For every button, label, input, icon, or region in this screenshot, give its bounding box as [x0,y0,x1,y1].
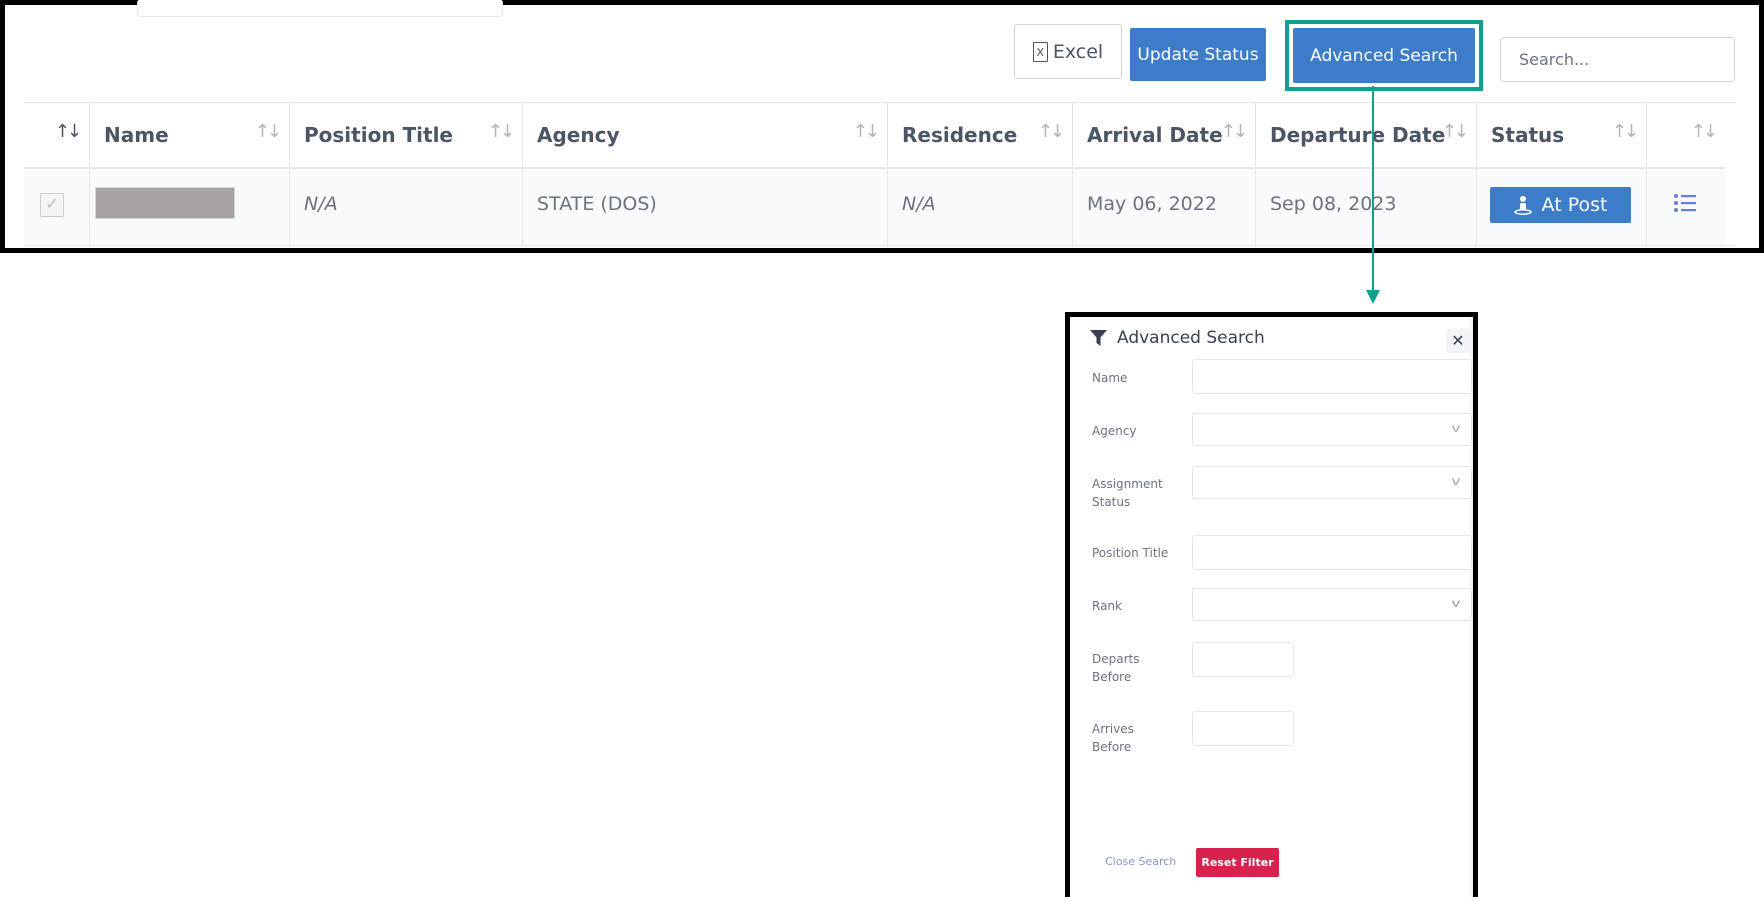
column-header-departure-date[interactable]: Departure Date ↑↓ [1256,103,1477,169]
sort-icon[interactable]: ↑↓ [488,121,515,142]
next-row-strip [24,245,1736,256]
column-label: Arrival Date [1087,123,1223,147]
chevron-down-icon: v [1451,421,1461,435]
sort-icon[interactable]: ↑↓ [1442,121,1469,142]
column-label: Residence [902,123,1018,147]
residence-cell: N/A [888,169,1073,245]
position-title-field[interactable] [1192,535,1472,570]
position-title-field-label: Position Title [1092,546,1169,560]
position-title-cell: N/A [290,169,523,245]
column-label: Name [104,123,169,147]
close-icon: ✕ [1451,333,1465,350]
sort-icon[interactable]: ↑↓ [1612,121,1639,142]
reset-filter-button[interactable]: Reset Filter [1196,848,1279,877]
column-header-residence[interactable]: Residence ↑↓ [888,103,1073,169]
partial-field [137,0,503,17]
excel-label: Excel [1052,40,1104,63]
rank-field-label: Rank [1092,599,1122,613]
column-header-position-title[interactable]: Position Title ↑↓ [290,103,523,169]
status-cell: At Post [1477,169,1647,245]
close-panel-button[interactable]: ✕ [1446,329,1470,353]
name-field-label: Name [1092,371,1128,385]
sort-icon[interactable]: ↑↓ [1691,121,1718,142]
row-select-cell: ✓ [24,169,90,245]
column-header-select[interactable]: ↑↓ [24,103,90,169]
search-input[interactable] [1500,37,1735,82]
sort-icon[interactable]: ↑↓ [853,121,880,142]
sort-icon[interactable]: ↑↓ [1038,121,1065,142]
assignments-table: ↑↓ Name ↑↓ Position Title ↑↓ Agency ↑↓ R… [24,102,1736,254]
excel-export-button[interactable]: X Excel [1014,24,1122,79]
rank-select[interactable]: v [1192,588,1472,621]
column-header-agency[interactable]: Agency ↑↓ [523,103,888,169]
status-button[interactable]: At Post [1490,187,1631,223]
update-status-button[interactable]: Update Status [1130,28,1266,81]
status-label: At Post [1541,194,1608,216]
person-at-post-icon [1513,196,1532,215]
excel-file-icon: X [1032,41,1048,62]
column-header-actions[interactable]: ↑↓ [1647,103,1725,169]
name-field[interactable] [1192,359,1472,394]
agency-field-label: Agency [1092,424,1137,438]
column-label: Status [1491,123,1565,147]
chevron-down-icon: v [1451,474,1461,488]
assignment-status-field-label: Assignment Status [1092,477,1163,509]
departure-date-value: Sep 08, 2023 [1270,193,1397,215]
agency-select[interactable]: v [1192,413,1472,446]
column-label: Agency [537,123,620,147]
name-cell [90,169,290,245]
panel-title: Advanced Search [1090,328,1265,348]
column-header-status[interactable]: Status ↑↓ [1477,103,1647,169]
sort-asc-icon[interactable]: ↑↓ [55,121,82,142]
panel-title-text: Advanced Search [1117,328,1265,348]
column-header-arrival-date[interactable]: Arrival Date ↑↓ [1073,103,1256,169]
connector-line [1372,86,1374,296]
advanced-search-panel: Advanced Search ✕ Name Agency v Assignme… [1065,312,1478,897]
departs-before-date-field[interactable] [1192,642,1294,677]
column-label: Departure Date [1270,123,1446,147]
sort-icon[interactable]: ↑↓ [1221,121,1248,142]
departure-date-cell: Sep 08, 2023 [1256,169,1477,245]
arrival-date-cell: May 06, 2022 [1073,169,1256,245]
grid-screenshot-frame: X Excel Update Status Advanced Search ↑↓… [0,0,1764,253]
redacted-name [95,187,235,219]
row-checkbox[interactable]: ✓ [40,193,64,217]
departs-before-field-label: Departs Before [1092,652,1140,684]
column-header-name[interactable]: Name ↑↓ [90,103,290,169]
residence-value: N/A [902,193,936,215]
agency-value: STATE (DOS) [537,193,657,215]
position-title-value: N/A [304,193,338,215]
filter-icon [1090,329,1107,346]
assignment-status-select[interactable]: v [1192,466,1472,499]
column-label: Position Title [304,123,453,147]
close-search-link[interactable]: Close Search [1105,855,1176,868]
sort-icon[interactable]: ↑↓ [255,121,282,142]
list-menu-icon[interactable] [1674,193,1696,213]
chevron-down-icon: v [1451,596,1461,610]
arrival-date-value: May 06, 2022 [1087,193,1217,215]
connector-arrow-icon [1366,290,1380,304]
agency-cell: STATE (DOS) [523,169,888,245]
arrives-before-field-label: Arrives Before [1092,722,1134,754]
arrives-before-date-field[interactable] [1192,711,1294,746]
actions-cell [1647,169,1725,245]
advanced-search-button[interactable]: Advanced Search [1293,28,1475,83]
